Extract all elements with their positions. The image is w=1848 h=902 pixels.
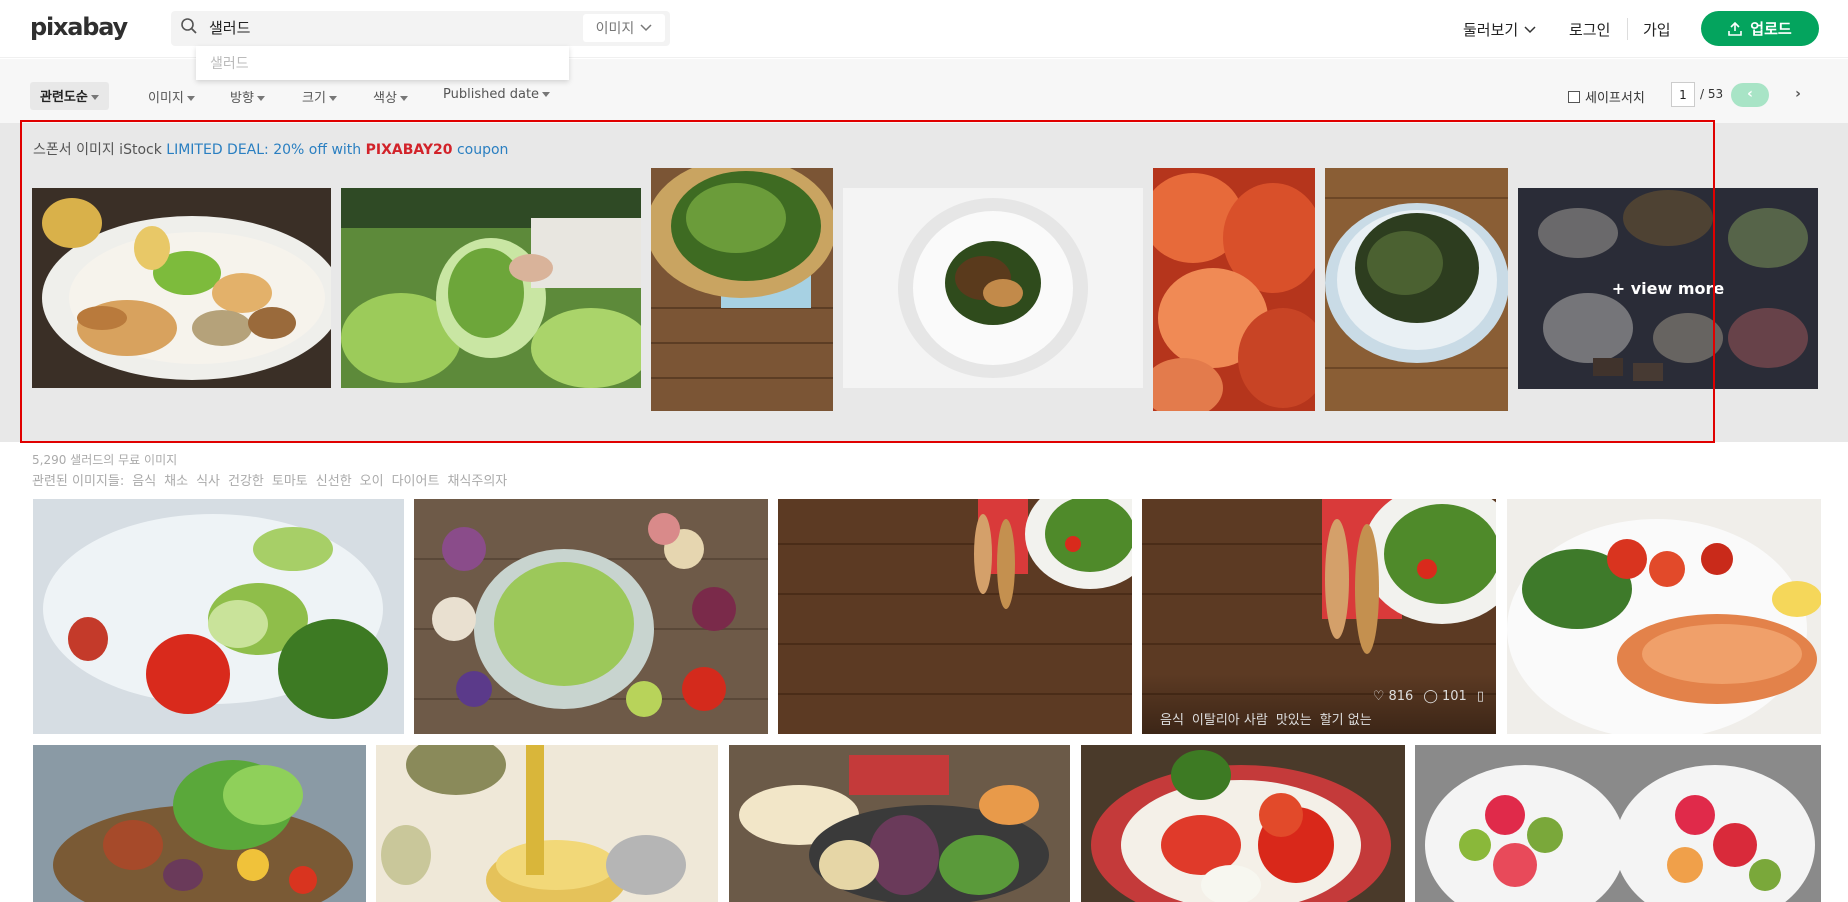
published-label: Published date [443,87,540,102]
caret-down-icon [256,96,265,101]
safe-search-checkbox[interactable] [1568,90,1580,103]
next-page-button[interactable]: › [1786,83,1810,107]
image-tag[interactable]: 이탈리아 사람 [1192,709,1268,728]
sponsored-prefix: 스폰서 이미지 iStock [33,142,162,158]
related-label: 관련된 이미지들: [32,474,125,489]
orientation-filter[interactable]: 방향 [230,87,265,106]
related-tag[interactable]: 채소 [164,470,188,489]
image-type-label: 이미지 [148,91,184,106]
orientation-label: 방향 [230,91,254,106]
chevron-down-icon [640,24,652,32]
image-tile[interactable] [414,499,768,734]
sponsored-image[interactable] [341,188,641,388]
image-tile[interactable] [778,499,1132,734]
image-tile[interactable] [729,745,1070,902]
image-tag[interactable]: 음식 [1160,709,1184,728]
sort-relevance-dropdown[interactable]: 관련도순 [30,82,109,110]
size-filter[interactable]: 크기 [302,87,337,106]
related-tag[interactable]: 음식 [132,470,156,489]
image-type-filter[interactable]: 이미지 [148,87,195,106]
sponsored-image[interactable] [1153,168,1315,411]
bookmark-icon[interactable]: ▯ [1477,689,1484,704]
chevron-left-icon: ‹ [1747,86,1753,102]
sponsored-image[interactable] [1325,168,1508,411]
related-tag[interactable]: 채식주의자 [447,470,507,489]
related-tag[interactable]: 식사 [196,470,220,489]
image-stats: ♡ 816 ◯ 101 ▯ [1373,689,1484,704]
image-tag[interactable]: 할기 없는 [1320,709,1372,728]
caret-down-icon [328,96,337,101]
upload-label: 업로드 [1750,20,1792,38]
image-tags: 음식 이탈리아 사람 맛있는 할기 없는 [1160,709,1372,728]
published-date-filter[interactable]: Published date [443,87,551,102]
pixabay-logo[interactable]: pixabay [30,13,128,41]
deal-text: LIMITED DEAL: 20% off with [166,142,362,158]
image-tile[interactable] [1507,499,1821,734]
nav-divider [1627,18,1628,40]
search-input[interactable] [209,14,569,40]
explore-label: 둘러보기 [1463,21,1519,39]
caret-down-icon [90,95,99,100]
top-header: pixabay 이미지 샐러드 둘러보기 로그인 가입 업로드 [0,0,1848,80]
page-number-input[interactable]: 1 [1671,82,1695,107]
image-tile[interactable] [33,745,366,902]
caret-down-icon [542,92,551,97]
related-tag[interactable]: 토마토 [272,470,308,489]
safe-search-label: 세이프서치 [1585,91,1645,106]
image-tile[interactable] [1415,745,1821,902]
safe-search-toggle[interactable]: 세이프서치 [1568,87,1645,106]
image-tile[interactable] [1081,745,1405,902]
search-type-dropdown[interactable]: 이미지 [583,14,665,42]
search-suggestion[interactable]: 샐러드 [196,46,569,80]
caret-down-icon [186,96,195,101]
color-filter[interactable]: 색상 [373,87,408,106]
image-tile[interactable] [376,745,718,902]
related-tags: 관련된 이미지들: 음식 채소 식사 건강한 토마토 신선한 오이 다이어트 채… [32,470,507,489]
page-total: / 53 [1700,87,1724,101]
image-tag[interactable]: 맛있는 [1276,709,1312,728]
like-button[interactable]: ♡ 816 [1373,689,1414,704]
results-count: 5,290 샐러드의 무료 이미지 [32,453,178,467]
login-link[interactable]: 로그인 [1569,19,1610,40]
chevron-right-icon: › [1795,86,1801,102]
deal-link[interactable]: LIMITED DEAL: 20% off with PIXABAY20 cou… [166,142,508,158]
image-tile[interactable] [33,499,404,734]
sponsored-image[interactable] [651,168,833,411]
signup-link[interactable]: 가입 [1643,19,1671,40]
related-tag[interactable]: 신선한 [316,470,352,489]
color-label: 색상 [373,91,397,106]
sponsored-image[interactable] [843,188,1143,388]
search-icon[interactable] [180,17,198,35]
sponsored-banner-text: 스폰서 이미지 iStock LIMITED DEAL: 20% off wit… [33,139,508,159]
like-count: 816 [1388,689,1414,704]
related-tag[interactable]: 오이 [360,470,384,489]
explore-menu[interactable]: 둘러보기 [1463,19,1536,40]
size-label: 크기 [302,91,326,106]
sponsored-image[interactable] [32,188,331,388]
sort-label: 관련도순 [40,90,88,105]
comment-count: 101 [1442,689,1467,704]
caret-down-icon [399,96,408,101]
deal-suffix: coupon [456,142,509,158]
search-type-label: 이미지 [595,21,635,37]
upload-button[interactable]: 업로드 [1701,11,1819,46]
related-tag[interactable]: 건강한 [228,470,264,489]
upload-icon [1728,21,1743,36]
prev-page-button[interactable]: ‹ [1731,83,1769,107]
comment-button[interactable]: ◯ 101 [1423,689,1467,704]
image-tile[interactable]: ♡ 816 ◯ 101 ▯ 음식 이탈리아 사람 맛있는 할기 없는 [1142,499,1496,734]
chevron-down-icon [1524,25,1536,33]
related-tag[interactable]: 다이어트 [392,470,440,489]
view-more-link[interactable]: + view more [1518,188,1818,389]
coupon-code: PIXABAY20 [365,142,453,158]
